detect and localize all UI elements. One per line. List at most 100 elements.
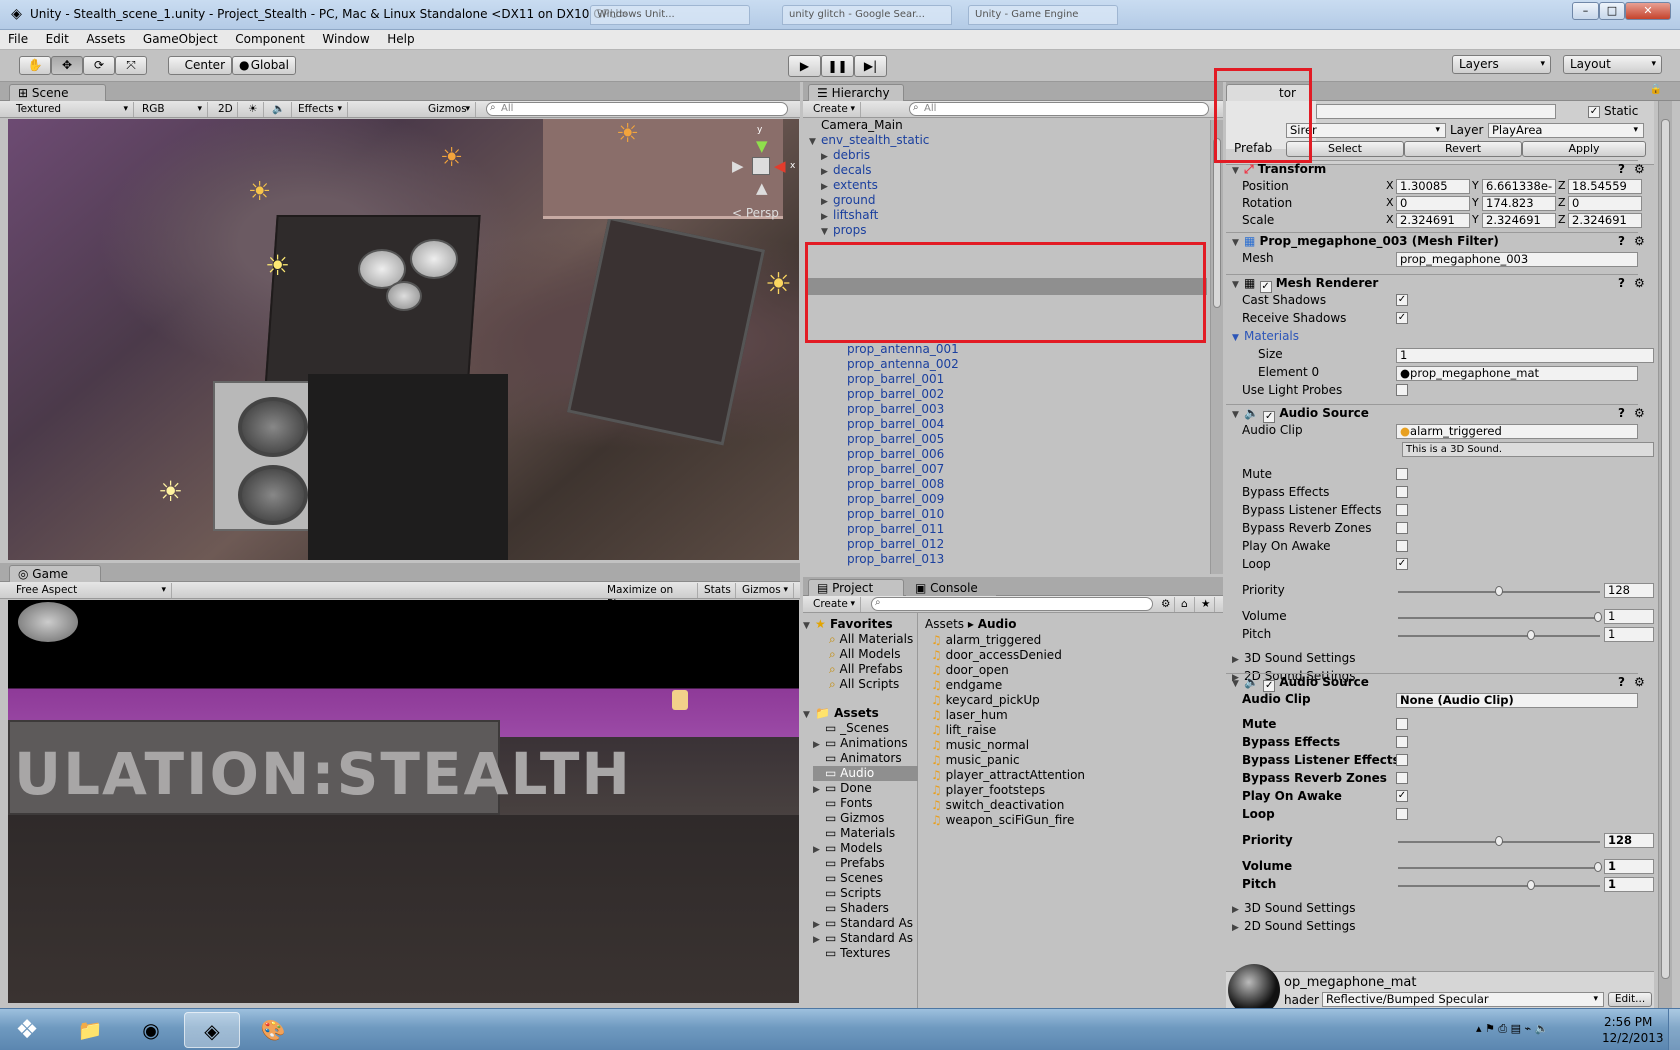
component-gear-icon[interactable]: ⚙ [1634,405,1645,422]
inspector-scroll-thumb[interactable] [1661,119,1670,979]
menu-component[interactable]: Component [227,30,311,46]
rotation-z-field[interactable]: 0 [1568,196,1642,211]
scale-y-field[interactable]: 2.324691 [1482,213,1556,228]
scale-x-field[interactable]: 2.324691 [1396,213,1470,228]
gizmo-y-axis-icon[interactable]: ▼ [756,137,768,155]
mode-2d-toggle[interactable]: 2D [214,102,238,117]
light-probes-checkbox[interactable] [1396,384,1408,396]
hierarchy-item[interactable]: prop_barrel_009 [847,492,944,507]
shader-edit-button[interactable]: Edit... [1608,992,1652,1007]
tab-game[interactable]: ◎ Game [9,565,101,582]
shading-mode-dropdown[interactable]: Textured [12,102,134,117]
panel-lock-icon[interactable]: 🔒 [1650,84,1662,95]
audio-clip-field[interactable]: ●alarm_triggered [1396,424,1638,439]
menu-file[interactable]: File [0,30,34,46]
volume-slider-handle[interactable] [1594,862,1602,872]
scene-lighting-icon[interactable]: ☀ [244,102,264,117]
background-tab[interactable]: Windows Unit... [590,5,750,25]
rotate-tool-icon[interactable]: ⟳ [83,56,115,75]
hierarchy-item[interactable]: prop_barrel_012 [847,537,944,552]
menu-window[interactable]: Window [314,30,375,46]
audio-file-item[interactable]: ♫ door_open [931,663,1009,678]
asset-folder[interactable]: ▶ ▭ Models [813,841,918,856]
bypass-reverb-checkbox[interactable] [1396,772,1408,784]
gizmo-neg-y-icon[interactable]: ▲ [756,179,768,197]
asset-folder[interactable]: ▶ ▭ Done [813,781,918,796]
render-mode-dropdown[interactable]: RGB [138,102,208,117]
menu-assets[interactable]: Assets [78,30,131,46]
audio-file-item[interactable]: ♫ door_accessDenied [931,648,1062,663]
volume-slider-handle[interactable] [1594,612,1602,622]
layer-dropdown[interactable]: PlayArea [1488,123,1644,138]
materials-foldout[interactable]: ▼ Materials [1232,328,1299,345]
hierarchy-item[interactable]: prop_barrel_008 [847,477,944,492]
unity-taskbar-icon[interactable]: ◈ [184,1012,240,1048]
gizmo-center-cube[interactable] [752,157,770,175]
effects-dropdown[interactable]: Effects [294,102,348,117]
hierarchy-item[interactable]: prop_barrel_011 [847,522,944,537]
bypass-effects-checkbox[interactable] [1396,486,1408,498]
audio-file-item[interactable]: ♫ laser_hum [931,708,1008,723]
hierarchy-item[interactable]: prop_barrel_010 [847,507,944,522]
loop-checkbox[interactable]: ✓ [1396,558,1408,570]
volume-field[interactable]: 1 [1604,859,1654,874]
hierarchy-item[interactable]: prop_barrel_006 [847,447,944,462]
stats-toggle[interactable]: Stats [700,583,736,598]
scene-gizmos-dropdown[interactable]: Gizmos [424,102,476,117]
component-help-icon[interactable]: ? [1618,674,1625,691]
audio-file-item[interactable]: ♫ music_normal [931,738,1029,753]
tab-scene[interactable]: ⊞ Scene [9,84,106,101]
shader-dropdown[interactable]: Reflective/Bumped Specular [1322,992,1604,1007]
foldout-arrow-icon[interactable]: ▼ [821,225,833,240]
gizmo-x-axis-icon[interactable]: ◀ [774,157,786,175]
component-gear-icon[interactable]: ⚙ [1634,275,1645,292]
audio-file-item[interactable]: ♫ player_attractAttention [931,768,1085,783]
asset-folder[interactable]: ▭ Materials [813,826,918,841]
priority-slider-handle[interactable] [1495,836,1503,846]
hierarchy-item[interactable]: ▶ decals [821,163,872,178]
rotation-x-field[interactable]: 0 [1396,196,1470,211]
paint-taskbar-icon[interactable]: 🎨 [245,1012,301,1048]
scene-search-input[interactable]: All [486,102,788,116]
priority-field[interactable]: 128 [1604,833,1654,848]
hierarchy-item[interactable]: ▶ debris [821,148,870,163]
asset-folder[interactable]: ▶ ▭ Standard As [813,916,918,931]
mute-checkbox[interactable] [1396,718,1408,730]
hierarchy-item[interactable]: prop_antenna_001 [847,342,959,357]
component-help-icon[interactable]: ? [1618,161,1625,178]
position-y-field[interactable]: 6.661338e- [1482,179,1556,194]
scale-z-field[interactable]: 2.324691 [1568,213,1642,228]
hierarchy-item[interactable]: ▼ env_stealth_static [809,133,929,148]
play-button[interactable]: ▶ [788,55,821,77]
asset-folder[interactable]: ▭ Shaders [813,901,918,916]
volume-slider[interactable] [1398,612,1602,622]
component-help-icon[interactable]: ? [1618,275,1625,292]
audio-source-2-header[interactable]: ▼ 🔈 ✓ Audio Source? ⚙ [1226,673,1645,692]
asset-folder[interactable]: ▶ ▭ Standard As [813,931,918,946]
bypass-effects-checkbox[interactable] [1396,736,1408,748]
filter-type-icon[interactable]: ⚙ [1157,597,1175,612]
priority-slider[interactable] [1398,586,1600,596]
orientation-gizmo[interactable]: ▼ y ◀ x ▶ ▲ [726,125,798,201]
asset-folder[interactable]: ▭ Gizmos [813,811,918,826]
position-x-field[interactable]: 1.30085 [1396,179,1470,194]
persp-label[interactable]: < Persp [732,206,779,220]
hierarchy-item[interactable]: prop_barrel_013 [847,552,944,567]
prefab-revert-button[interactable]: Revert [1404,141,1522,157]
pitch-slider-handle[interactable] [1527,630,1535,640]
audio-file-item[interactable]: ♫ player_footsteps [931,783,1045,798]
menu-edit[interactable]: Edit [38,30,75,46]
explorer-taskbar-icon[interactable]: 📁 [62,1012,118,1048]
step-button[interactable]: ▶| [854,55,887,77]
play-on-awake-checkbox[interactable]: ✓ [1396,790,1408,802]
position-z-field[interactable]: 18.54559 [1568,179,1642,194]
hierarchy-item[interactable]: ▶ liftshaft [821,208,878,223]
audio-file-item[interactable]: ♫ music_panic [931,753,1020,768]
audio-clip-2-field[interactable]: None (Audio Clip) [1396,693,1638,708]
element0-field[interactable]: ●prop_megaphone_mat [1396,366,1638,381]
minimize-button[interactable]: – [1572,2,1599,20]
scale-tool-icon[interactable]: ⤧ [115,56,147,75]
static-checkbox[interactable]: ✓ [1588,106,1600,118]
hierarchy-item[interactable]: ▶ ground [821,193,875,208]
sound-3d-settings-foldout[interactable]: ▶ 3D Sound Settings [1232,650,1356,667]
